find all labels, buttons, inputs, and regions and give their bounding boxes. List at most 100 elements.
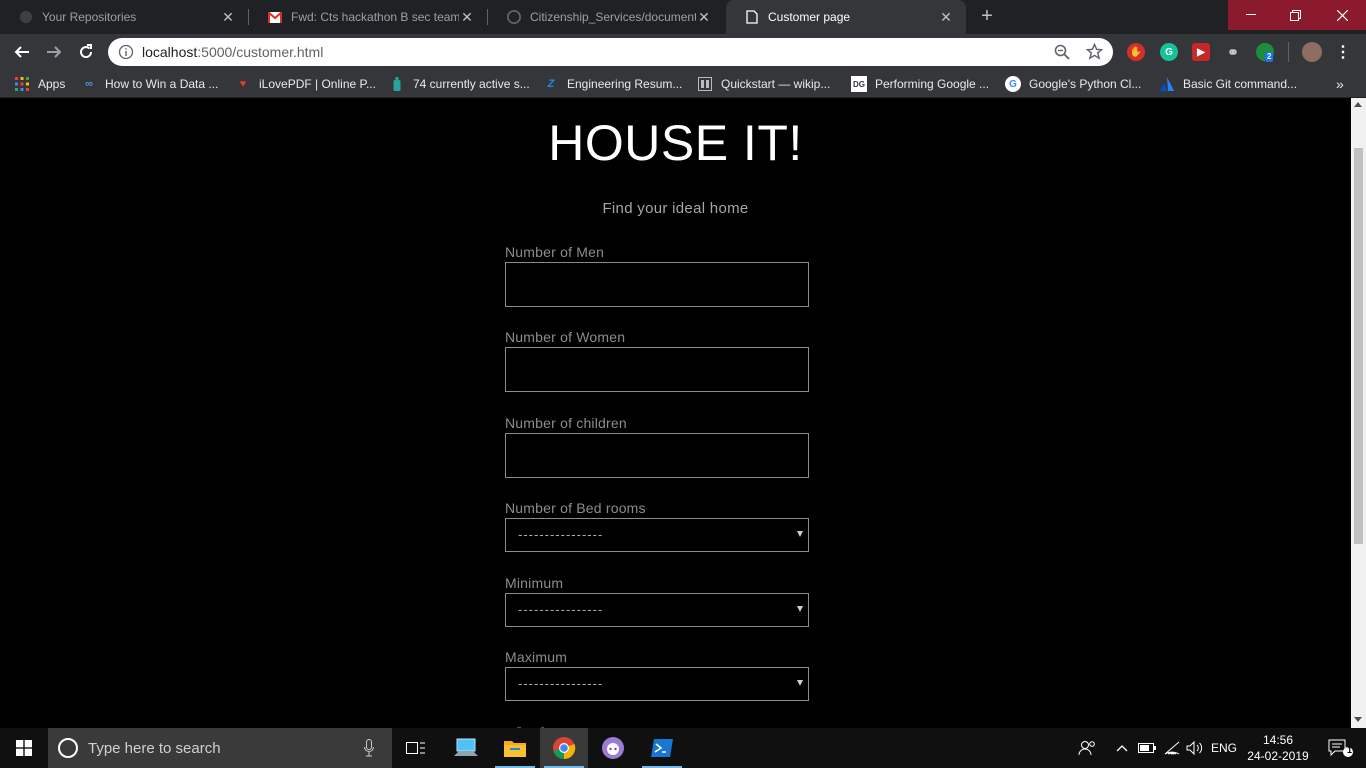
close-icon[interactable]: ✕ — [459, 9, 475, 25]
bedrooms-selected-value: ---------------- — [518, 527, 604, 542]
bookmark-basic-git[interactable]: Basic Git command... — [1159, 75, 1297, 93]
chevron-down-icon — [797, 531, 803, 537]
people-icon[interactable] — [1074, 728, 1100, 768]
restore-button[interactable] — [1273, 0, 1318, 30]
volume-icon[interactable] — [1184, 728, 1206, 768]
close-icon[interactable]: ✕ — [220, 9, 236, 25]
minimum-selected-value: ---------------- — [518, 602, 604, 617]
bookmark-engineering-resume[interactable]: Z Engineering Resum... — [543, 75, 683, 93]
windows-taskbar: Type here to search ENG 14:56 24-02-2019… — [0, 728, 1366, 768]
maximum-label: Maximum — [505, 649, 568, 665]
bookmark-performing-google[interactable]: DG Performing Google ... — [851, 75, 989, 93]
powershell-icon[interactable] — [638, 728, 686, 768]
grammarly-extension-icon[interactable]: G — [1160, 43, 1178, 61]
chrome-taskbar-icon[interactable] — [540, 728, 588, 768]
bookmark-label: Basic Git command... — [1183, 77, 1298, 91]
women-input[interactable] — [505, 347, 809, 392]
task-view-icon[interactable] — [392, 728, 440, 768]
bookmark-how-to-win[interactable]: ∞ How to Win a Data ... — [81, 75, 218, 93]
wifi-icon[interactable] — [1161, 728, 1183, 768]
address-bar[interactable]: localhost:5000/customer.html — [108, 38, 1113, 66]
link-extension-icon[interactable]: ⚭ — [1224, 43, 1242, 61]
close-icon[interactable]: ✕ — [938, 9, 954, 25]
url-path: :5000/customer.html — [197, 44, 324, 60]
github-icon — [18, 9, 34, 25]
bookmark-google-python[interactable]: G Google's Python Cl... — [1005, 75, 1141, 93]
menu-icon[interactable]: ⋮ — [1334, 43, 1352, 61]
chevron-down-icon — [797, 606, 803, 612]
google-icon: G — [1005, 76, 1021, 92]
bookmark-label: 74 currently active s... — [413, 77, 530, 91]
back-button[interactable] — [10, 40, 34, 64]
scroll-up-arrow-icon[interactable] — [1354, 102, 1362, 107]
video-extension-icon[interactable]: ▶ — [1192, 43, 1210, 61]
file-explorer-icon[interactable] — [491, 728, 539, 768]
tab-title: Citizenship_Services/documentat... — [530, 10, 696, 24]
zety-icon: Z — [547, 78, 555, 90]
extension-badge: 2 — [1265, 52, 1274, 62]
adblock-extension-icon[interactable]: ✋ — [1127, 43, 1145, 61]
tab-customer-page[interactable]: Customer page ✕ — [726, 0, 966, 34]
forward-button[interactable] — [42, 40, 66, 64]
profile-avatar[interactable] — [1302, 42, 1322, 62]
system-clock[interactable]: 14:56 24-02-2019 — [1246, 732, 1310, 764]
children-input[interactable] — [505, 433, 809, 478]
tab-citizenship-services[interactable]: Citizenship_Services/documentat... ✕ — [488, 0, 724, 34]
this-pc-icon[interactable] — [442, 728, 490, 768]
notification-count: 1 — [1347, 745, 1353, 755]
ilovepdf-icon: ♥ — [239, 78, 247, 90]
minimize-button[interactable] — [1228, 0, 1273, 30]
toolbar-divider — [1288, 42, 1289, 62]
tab-your-repositories[interactable]: Your Repositories ✕ — [0, 0, 248, 34]
action-center-icon[interactable]: 1 — [1318, 728, 1362, 768]
bookmark-ilovepdf[interactable]: ♥ iLovePDF | Online P... — [235, 75, 376, 93]
tab-title: Fwd: Cts hackathon B sec team#... — [291, 10, 459, 24]
close-window-button[interactable] — [1318, 0, 1366, 30]
men-input[interactable] — [505, 262, 809, 307]
tab-title: Customer page — [768, 10, 851, 24]
green-extension-icon[interactable]: 2 — [1256, 43, 1274, 62]
bookmark-star-icon[interactable] — [1085, 42, 1104, 65]
bookmark-74-active[interactable]: 74 currently active s... — [389, 75, 530, 93]
maximum-select[interactable]: ---------------- — [505, 667, 809, 701]
close-icon[interactable]: ✕ — [696, 9, 712, 25]
new-tab-button[interactable]: + — [976, 5, 998, 27]
bookmark-label: Performing Google ... — [875, 77, 990, 91]
page-scrollbar[interactable] — [1351, 98, 1366, 728]
windows-start-button[interactable] — [0, 728, 48, 768]
show-hidden-icons-chevron-icon[interactable] — [1112, 728, 1132, 768]
bookmarks-bar: Apps ∞ How to Win a Data ... ♥ iLovePDF … — [0, 70, 1366, 98]
clipped-next-field-label — [505, 720, 585, 728]
battery-icon[interactable] — [1136, 728, 1158, 768]
page-title: HOUSE IT! — [548, 115, 803, 171]
github-desktop-icon[interactable] — [589, 728, 637, 768]
minimum-label: Minimum — [505, 575, 564, 591]
scrollbar-thumb[interactable] — [1354, 148, 1363, 544]
bookmark-label: Google's Python Cl... — [1029, 77, 1142, 91]
bookmark-quickstart[interactable]: Quickstart — wikip... — [697, 75, 830, 93]
maximum-selected-value: ---------------- — [518, 676, 604, 691]
info-icon[interactable] — [118, 44, 134, 65]
bookmark-apps[interactable]: Apps — [14, 75, 65, 93]
gmail-icon — [267, 9, 283, 25]
bottle-icon — [389, 76, 405, 92]
tab-gmail[interactable]: Fwd: Cts hackathon B sec team#... ✕ — [249, 0, 487, 34]
minimum-select[interactable]: ---------------- — [505, 593, 809, 627]
microphone-icon[interactable] — [364, 739, 374, 762]
bookmark-label: Apps — [38, 77, 66, 91]
apps-grid-icon — [14, 76, 30, 92]
children-label: Number of children — [505, 415, 627, 431]
taskbar-search-box[interactable]: Type here to search — [48, 728, 392, 768]
atlassian-icon — [1159, 76, 1175, 92]
bedrooms-select[interactable]: ---------------- — [505, 518, 809, 552]
scroll-down-arrow-icon[interactable] — [1354, 717, 1362, 722]
url-host: localhost — [142, 44, 198, 60]
docs-icon — [697, 76, 713, 92]
more-bookmarks-chevron-icon[interactable]: » — [1336, 75, 1344, 93]
input-language[interactable]: ENG — [1208, 728, 1240, 768]
bookmark-label: How to Win a Data ... — [105, 77, 219, 91]
reload-button[interactable] — [74, 40, 98, 64]
zoom-icon[interactable] — [1054, 44, 1070, 65]
bookmark-label: Quickstart — wikip... — [721, 77, 831, 91]
cortana-icon — [58, 738, 78, 758]
